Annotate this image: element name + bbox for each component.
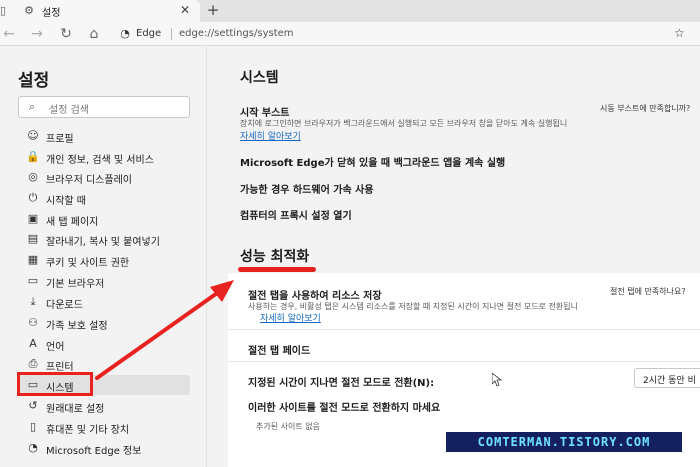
sidebar-item-label: Microsoft Edge 정보 bbox=[46, 446, 142, 457]
search-input[interactable]: ⌕ 설정 검색 bbox=[18, 96, 190, 118]
never-sleep-sites-label: 이러한 사이트를 절전 모드로 전환하지 마세요 bbox=[248, 403, 441, 414]
watermark-text: COMTERMAN.TISTORY.COM bbox=[477, 435, 651, 449]
gear-icon: ⚙ bbox=[24, 4, 34, 17]
sidebar-item-language[interactable]: A 언어 bbox=[18, 334, 190, 354]
address-site-label: Edge bbox=[136, 28, 162, 39]
sleep-timeout-label: 지정된 시간이 지나면 절전 모드로 전환(N): bbox=[248, 378, 435, 389]
sidebar-item-label: 시작할 때 bbox=[46, 196, 86, 207]
settings-main: 시스템 시작 부스트 장치에 로그인하면 브라우저가 백그라운드에서 실행되고 … bbox=[208, 47, 700, 467]
sidebar-item-default-browser[interactable]: ▭ 기본 브라우저 bbox=[18, 271, 190, 291]
profile-icon: ☺ bbox=[27, 129, 39, 142]
startup-boost-title: 시작 부스트 bbox=[240, 108, 290, 119]
tab-strip: ▯ ⚙ 설정 ✕ + bbox=[0, 0, 700, 22]
sleep-timeout-value: 2시간 동안 비 bbox=[643, 376, 696, 386]
page-title: 시스템 bbox=[240, 70, 279, 86]
title-underline-annotation bbox=[238, 267, 316, 272]
startup-boost-feedback[interactable]: 시동 부스트에 만족합니까? bbox=[600, 103, 690, 114]
sidebar-item-label: 프로필 bbox=[46, 134, 74, 145]
sidebar-item-label: 잘라내기, 복사 및 붙여넣기 bbox=[46, 237, 160, 248]
sidebar-item-label: 개인 정보, 검색 및 서비스 bbox=[46, 155, 154, 166]
proxy-settings-link[interactable]: 컴퓨터의 프록시 설정 열기 bbox=[240, 207, 352, 222]
sidebar-item-label: 기본 브라우저 bbox=[46, 279, 105, 290]
tab-actions-icon[interactable]: ▯ bbox=[0, 4, 14, 18]
lock-icon: 🔒 bbox=[26, 150, 40, 163]
performance-title: 성능 최적화 bbox=[240, 249, 310, 265]
sidebar-item-printers[interactable]: ⎙ 프린터 bbox=[18, 354, 190, 374]
family-icon: ⚇ bbox=[28, 316, 38, 329]
settings-sidebar: 설정 ⌕ 설정 검색 ☺ 프로필 🔒 개인 정보, 검색 및 서비스 ◎ 브라우… bbox=[0, 47, 207, 467]
sidebar-item-startup[interactable]: ⏻ 시작할 때 bbox=[18, 188, 190, 208]
sidebar-item-label: 쿠키 및 사이트 권한 bbox=[46, 258, 130, 269]
reload-icon[interactable]: ↻ bbox=[57, 25, 75, 43]
browser-icon: ▭ bbox=[27, 274, 39, 287]
divider bbox=[228, 329, 700, 330]
sidebar-item-downloads[interactable]: ⤓ 다운로드 bbox=[18, 292, 190, 312]
sidebar-item-label: 프린터 bbox=[46, 362, 74, 373]
sidebar-item-label: 새 탭 페이지 bbox=[46, 217, 99, 228]
hardware-acceleration-setting: 가능한 경우 하드웨어 가속 사용 bbox=[240, 185, 374, 196]
sidebar-item-profile[interactable]: ☺ 프로필 bbox=[18, 126, 190, 146]
sleeping-tabs-fade-setting: 절전 탭 페이드 bbox=[248, 346, 311, 357]
forward-icon[interactable]: → bbox=[28, 25, 46, 43]
back-icon[interactable]: ← bbox=[0, 25, 18, 43]
sidebar-item-label: 휴대폰 및 기타 장치 bbox=[46, 425, 130, 436]
address-separator bbox=[171, 28, 172, 40]
sidebar-item-label: 원래대로 설정 bbox=[46, 404, 105, 415]
sidebar-item-label: 다운로드 bbox=[46, 300, 83, 311]
sidebar-item-family[interactable]: ⚇ 가족 보호 설정 bbox=[18, 313, 190, 333]
sleeping-tabs-feedback[interactable]: 절전 탭에 만족하나요? bbox=[610, 286, 686, 297]
site-permissions-icon: ▦ bbox=[27, 253, 39, 266]
edge-icon: ◔ bbox=[120, 27, 130, 40]
close-icon[interactable]: ✕ bbox=[178, 3, 192, 17]
language-icon: A bbox=[29, 337, 37, 350]
divider bbox=[228, 361, 700, 362]
address-url[interactable]: edge://settings/system bbox=[179, 28, 294, 39]
edge-icon: ◔ bbox=[28, 441, 38, 454]
power-icon: ⏻ bbox=[28, 191, 38, 204]
tab-title: 설정 bbox=[42, 8, 61, 19]
startup-boost-learn-more-link[interactable]: 자세히 알아보기 bbox=[240, 129, 301, 142]
sidebar-item-about[interactable]: ◔ Microsoft Edge 정보 bbox=[18, 438, 190, 458]
sidebar-item-label: 언어 bbox=[46, 342, 65, 353]
sleeping-tabs-title: 절전 탭을 사용하여 리소스 저장 bbox=[248, 291, 382, 302]
browser-window: ▯ ⚙ 설정 ✕ + ← → ↻ ⌂ ◔ Edge edge://setting… bbox=[0, 0, 700, 467]
mouse-cursor-icon bbox=[492, 373, 502, 387]
phone-icon: ▯ bbox=[29, 420, 37, 433]
new-tab-button[interactable]: + bbox=[205, 2, 221, 18]
sleeping-tabs-learn-more-link[interactable]: 자세히 알아보기 bbox=[260, 311, 321, 324]
address-bar[interactable]: ◔ Edge edge://settings/system ☆ bbox=[108, 24, 700, 44]
startup-boost-desc: 장치에 로그인하면 브라우저가 백그라운드에서 실행되고 모든 브라우저 창을 … bbox=[240, 119, 568, 128]
sidebar-item-privacy[interactable]: 🔒 개인 정보, 검색 및 서비스 bbox=[18, 147, 190, 167]
watermark: COMTERMAN.TISTORY.COM bbox=[446, 432, 682, 452]
home-icon[interactable]: ⌂ bbox=[85, 25, 103, 43]
add-favorite-icon[interactable]: ☆ bbox=[674, 26, 690, 42]
background-apps-setting: Microsoft Edge가 닫혀 있을 때 백그라운드 앱을 계속 실행 bbox=[240, 158, 506, 169]
sidebar-item-reset[interactable]: ↺ 원래대로 설정 bbox=[18, 396, 190, 416]
sleep-timeout-dropdown[interactable]: 2시간 동안 비 bbox=[634, 368, 700, 388]
sidebar-title: 설정 bbox=[18, 71, 50, 91]
clipboard-icon: ▤ bbox=[27, 232, 39, 245]
search-icon: ⌕ bbox=[29, 100, 36, 113]
sidebar-item-new-tab[interactable]: ▣ 새 탭 페이지 bbox=[18, 209, 190, 229]
address-toolbar: ← → ↻ ⌂ ◔ Edge edge://settings/system ☆ bbox=[0, 22, 700, 46]
search-placeholder: 설정 검색 bbox=[49, 105, 89, 116]
sidebar-item-appearance[interactable]: ◎ 브라우저 디스플레이 bbox=[18, 167, 190, 187]
appearance-icon: ◎ bbox=[28, 170, 38, 183]
sidebar-item-cookies[interactable]: ▦ 쿠키 및 사이트 권한 bbox=[18, 250, 190, 270]
highlight-box bbox=[17, 372, 93, 396]
sidebar-item-phone[interactable]: ▯ 휴대폰 및 기타 장치 bbox=[18, 417, 190, 437]
download-icon: ⤓ bbox=[30, 295, 36, 308]
never-sleep-sites-empty: 추가된 사이트 없음 bbox=[256, 422, 320, 431]
printer-icon: ⎙ bbox=[28, 357, 38, 370]
sidebar-item-label: 브라우저 디스플레이 bbox=[46, 175, 132, 186]
reset-icon: ↺ bbox=[28, 399, 38, 412]
tab-settings[interactable]: ▯ ⚙ 설정 ✕ bbox=[0, 0, 200, 22]
sidebar-item-label: 가족 보호 설정 bbox=[46, 321, 108, 332]
sidebar-item-clipboard[interactable]: ▤ 잘라내기, 복사 및 붙여넣기 bbox=[18, 229, 190, 249]
new-tab-icon: ▣ bbox=[27, 212, 39, 225]
